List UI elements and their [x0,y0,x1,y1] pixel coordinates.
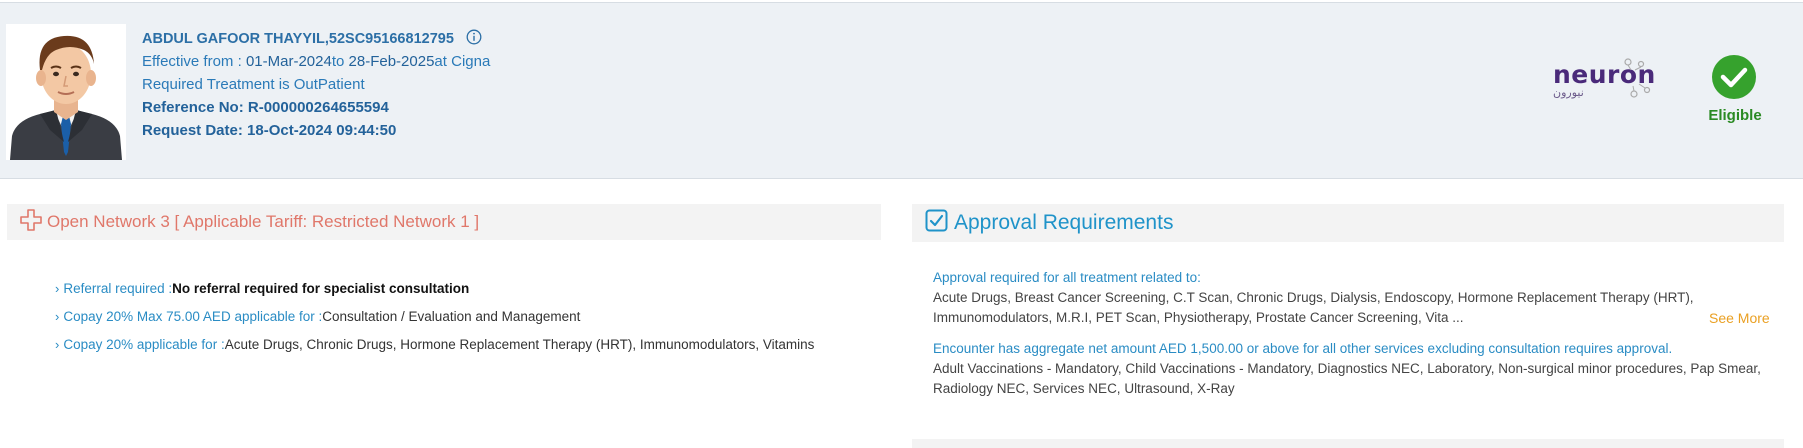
list-item: › Copay 20% applicable for :Acute Drugs, … [55,333,814,361]
network-panel-header: Open Network 3 [ Applicable Tariff: Rest… [7,204,881,240]
member-header: ABDUL GAFOOR THAYYIL,52SC95166812795 Eff… [0,2,1803,179]
effective-label: Effective from : [142,53,246,70]
member-name: ABDUL GAFOOR THAYYIL, [142,31,329,47]
info-icon[interactable] [466,29,482,52]
at-label: at [434,53,452,70]
see-more-link[interactable]: See More [1709,310,1770,326]
request-date-label: Request Date: [142,122,248,139]
treatment-type: Required Treatment is OutPatient [142,76,365,93]
approval-block-text: Adult Vaccinations - Mandatory, Child Va… [933,361,1761,376]
request-date: Request Date: 18-Oct-2024 09:44:50 [142,119,490,142]
effective-from-date: 01-Mar-2024 [245,53,332,70]
benefit-value: Acute Drugs, Chronic Drugs, Hormone Repl… [224,337,815,352]
neuron-logo-arabic: نيورون [1553,86,1584,99]
benefit-key: Copay 20% applicable for : [63,337,225,352]
approval-panel-header: Approval Requirements [912,204,1784,242]
approval-block-text: Immunomodulators, M.R.I, PET Scan, Physi… [933,310,1464,325]
benefit-value: No referral required for specialist cons… [172,281,470,296]
checkbox-icon [925,209,954,238]
medical-cross-icon [19,208,47,237]
member-id: 52SC95166812795 [328,31,454,47]
approval-title: Approval Requirements [954,211,1174,234]
effective-to-date: 28-Feb-2025 [348,53,435,70]
chevron-right-icon: › [55,337,60,352]
chevron-right-icon: › [55,281,60,296]
member-avatar [6,24,126,160]
approval-requirements: Approval required for all treatment rela… [933,268,1773,399]
approval-block-text: Acute Drugs, Breast Cancer Screening, C.… [933,290,1694,305]
member-info: ABDUL GAFOOR THAYYIL,52SC95166812795 Eff… [142,27,490,142]
network-benefits-list: › Referral required :No referral required… [55,277,814,361]
next-panel-header [912,439,1784,448]
network-title: Open Network 3 [ Applicable Tariff: Rest… [47,212,480,231]
eligible-check-icon [1711,54,1757,100]
reference-value: R-000000264655594 [247,99,389,116]
reference-label: Reference No: [142,99,248,116]
approval-block-text: Radiology NEC, Services NEC, Ultrasound,… [933,381,1235,396]
request-date-value: 18-Oct-2024 09:44:50 [247,122,397,139]
reference-number: Reference No: R-000000264655594 [142,96,490,119]
insurer-name: Cigna [451,53,491,70]
list-item: › Referral required :No referral required… [55,277,814,305]
approval-block-title: Approval required for all treatment rela… [933,270,1201,285]
approval-block-title: Encounter has aggregate net amount AED 1… [933,341,1673,356]
eligibility-status: Eligible [1708,107,1762,124]
benefit-key: Copay 20% Max 75.00 AED applicable for : [63,309,323,324]
benefit-key: Referral required : [63,281,173,296]
chevron-right-icon: › [55,309,60,324]
coverage-period: Effective from : 01-Mar-2024to 28-Feb-20… [142,50,490,73]
list-item: › Copay 20% Max 75.00 AED applicable for … [55,305,814,333]
benefit-value: Consultation / Evaluation and Management [322,309,581,324]
neuron-logo: neuron نيورون [1551,58,1656,103]
to-label: to [331,53,349,70]
